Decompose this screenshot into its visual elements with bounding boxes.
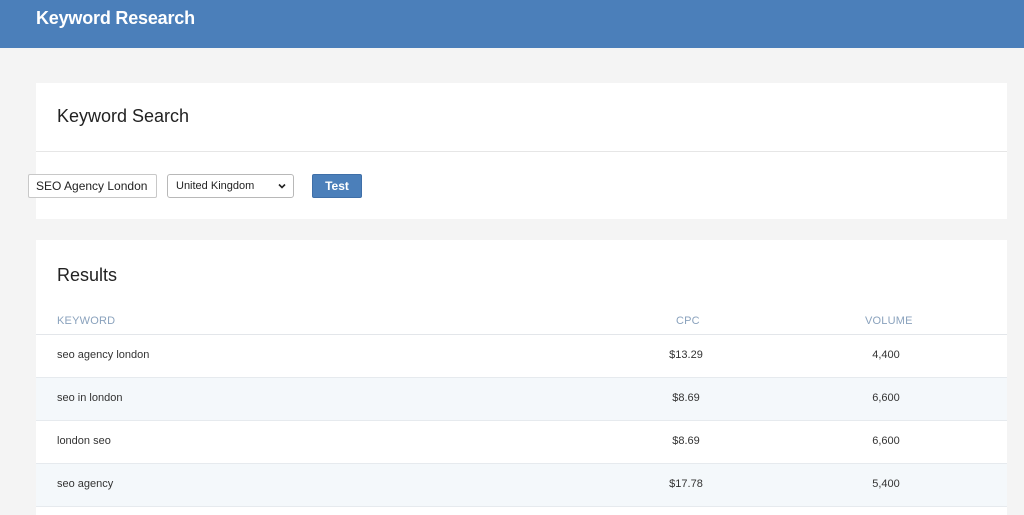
table-row: london seo $8.69 6,600	[36, 421, 1007, 464]
volume-cell: 6,600	[872, 392, 900, 404]
column-header-keyword[interactable]: KEYWORD	[57, 315, 115, 327]
country-select-value: United Kingdom	[176, 180, 255, 192]
country-select[interactable]: United Kingdom	[167, 174, 294, 198]
test-button[interactable]: Test	[312, 174, 362, 198]
volume-cell: 5,400	[872, 478, 900, 490]
keyword-cell: london seo	[57, 435, 111, 447]
keyword-cell: seo agency london	[57, 349, 150, 361]
keyword-cell: seo in london	[57, 392, 123, 404]
chevron-down-icon	[278, 183, 286, 189]
column-header-volume[interactable]: VOLUME	[865, 315, 913, 327]
cpc-cell: $17.78	[669, 478, 703, 490]
table-row: seo in london $8.69 6,600	[36, 378, 1007, 421]
keyword-search-title: Keyword Search	[57, 106, 190, 126]
app-title: Keyword Research	[36, 8, 195, 28]
volume-cell: 4,400	[872, 349, 900, 361]
results-panel: Results KEYWORD CPC VOLUME seo agency lo…	[36, 240, 1007, 515]
keyword-search-panel: Keyword Search	[36, 83, 1007, 219]
table-row: seo agency $17.78 5,400	[36, 464, 1007, 507]
results-title: Results	[57, 265, 118, 285]
keyword-input[interactable]	[28, 174, 157, 198]
column-header-cpc[interactable]: CPC	[676, 315, 700, 327]
volume-cell: 6,600	[872, 435, 900, 447]
top-bar: Keyword Research	[0, 0, 1024, 48]
cpc-cell: $13.29	[669, 349, 703, 361]
panel-divider	[36, 151, 1007, 152]
cpc-cell: $8.69	[672, 435, 700, 447]
table-row: seo agency london $13.29 4,400	[36, 335, 1007, 378]
cpc-cell: $8.69	[672, 392, 700, 404]
keyword-cell: seo agency	[57, 478, 114, 490]
